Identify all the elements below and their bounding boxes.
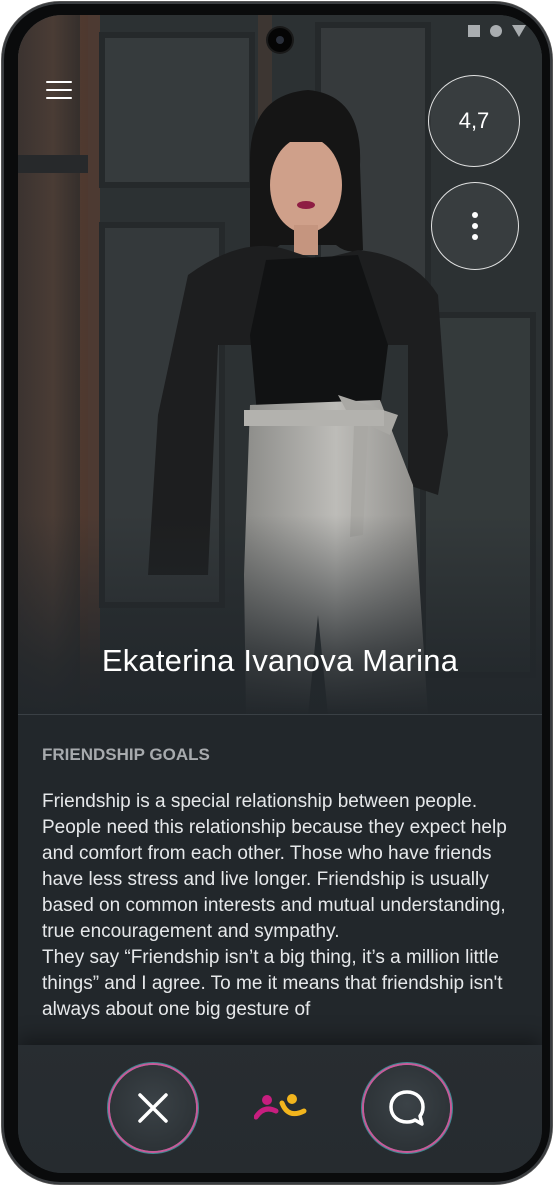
chat-bubble-icon bbox=[389, 1090, 425, 1126]
vertical-dots-icon bbox=[472, 212, 478, 218]
rating-badge[interactable]: 4,7 bbox=[428, 75, 520, 167]
dot bbox=[472, 223, 478, 229]
dot bbox=[472, 234, 478, 240]
divider bbox=[18, 714, 542, 715]
dislike-button[interactable] bbox=[110, 1065, 196, 1151]
section-title: FRIENDSHIP GOALS bbox=[42, 745, 210, 764]
square-icon bbox=[468, 25, 480, 37]
chat-button[interactable] bbox=[364, 1065, 450, 1151]
rating-value: 4,7 bbox=[458, 108, 490, 133]
close-icon bbox=[138, 1093, 168, 1123]
phone-frame: 4,7 Ekaterina Ivanova Marina FRIENDSHIP … bbox=[2, 2, 552, 1184]
app-screen: 4,7 Ekaterina Ivanova Marina FRIENDSHIP … bbox=[18, 15, 542, 1173]
profile-name: Ekaterina Ivanova Marina bbox=[101, 643, 459, 678]
photo-gradient-overlay bbox=[18, 515, 542, 715]
circle-icon bbox=[490, 25, 502, 37]
triangle-icon bbox=[512, 25, 526, 37]
front-camera bbox=[268, 28, 292, 52]
system-status-icons bbox=[468, 25, 526, 37]
more-options-button[interactable] bbox=[431, 182, 519, 270]
hamburger-menu-icon[interactable] bbox=[46, 81, 74, 103]
people-logo-icon bbox=[254, 1094, 307, 1120]
profile-about-section: FRIENDSHIP GOALS Friendship is a special… bbox=[42, 745, 520, 1023]
section-body-text: Friendship is a special relationship bet… bbox=[42, 791, 507, 1020]
action-bar bbox=[18, 1045, 542, 1173]
